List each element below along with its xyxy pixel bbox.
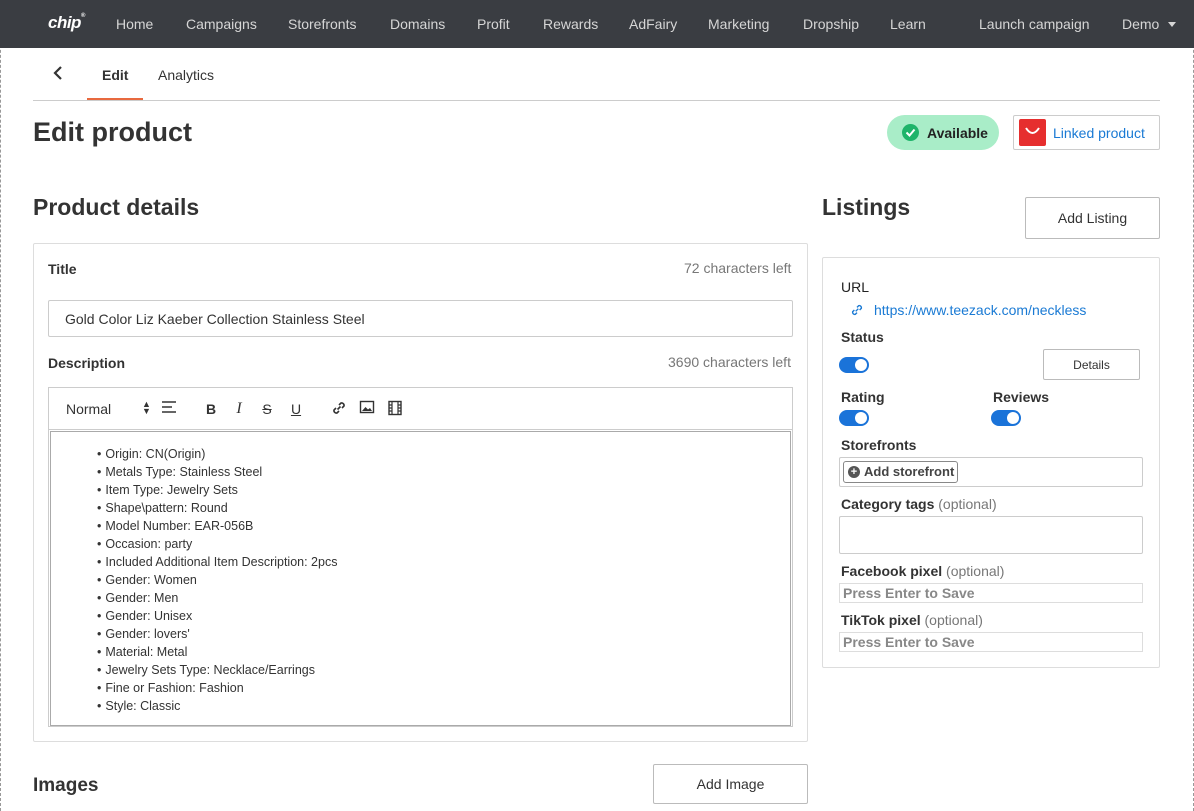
facebook-pixel-text: Facebook pixel xyxy=(841,563,943,579)
video-icon[interactable] xyxy=(386,400,404,418)
link-icon[interactable] xyxy=(330,400,348,418)
list-item: Model Number: EAR-056B xyxy=(97,517,790,535)
images-heading: Images xyxy=(33,775,99,796)
description-list: Origin: CN(Origin) Metals Type: Stainles… xyxy=(51,432,790,715)
nav-item-rewards[interactable]: Rewards xyxy=(543,16,598,32)
add-image-button[interactable]: Add Image xyxy=(653,764,808,804)
product-details-heading: Product details xyxy=(33,194,200,220)
logo-mark: ® xyxy=(80,13,85,19)
link-icon xyxy=(851,304,863,316)
italic-icon[interactable]: I xyxy=(230,400,248,418)
status-badge: Available xyxy=(887,115,999,150)
select-arrows-icon[interactable]: ▲ ▼ xyxy=(142,400,151,416)
details-button[interactable]: Details xyxy=(1043,349,1140,380)
add-storefront-label: Add storefront xyxy=(864,464,955,479)
chip-logo[interactable]: chip® xyxy=(48,13,85,33)
tab-edit[interactable]: Edit xyxy=(102,67,128,83)
url-label: URL xyxy=(841,279,870,295)
align-icon[interactable] xyxy=(160,400,178,418)
status-label: Available xyxy=(927,125,988,141)
logo-text: chip xyxy=(48,13,81,32)
shopping-bag-icon xyxy=(1019,119,1046,146)
list-item: Gender: Men xyxy=(97,589,790,607)
linked-product-label: Linked product xyxy=(1053,125,1145,141)
page-title: Edit product xyxy=(33,117,192,147)
nav-item-home[interactable]: Home xyxy=(116,16,153,32)
optional-text: (optional) xyxy=(938,496,997,512)
list-item: Origin: CN(Origin) xyxy=(97,445,790,463)
list-item: Occasion: party xyxy=(97,535,790,553)
category-tags-label: Category tags (optional) xyxy=(841,496,997,512)
list-item: Included Additional Item Description: 2p… xyxy=(97,553,790,571)
list-item: Item Type: Jewelry Sets xyxy=(97,481,790,499)
listing-url-link[interactable]: https://www.teezack.com/neckless xyxy=(874,302,1086,318)
optional-text: (optional) xyxy=(924,612,983,628)
storefronts-label: Storefronts xyxy=(841,437,917,453)
category-tags-input[interactable] xyxy=(839,516,1143,554)
rating-toggle[interactable] xyxy=(839,410,869,426)
list-item: Material: Metal xyxy=(97,643,790,661)
editor-toolbar: Normal ▲ ▼ B I S U xyxy=(49,388,792,430)
title-input[interactable]: Gold Color Liz Kaeber Collection Stainle… xyxy=(48,300,793,337)
title-char-count: 72 characters left xyxy=(684,260,792,276)
check-circle-icon xyxy=(902,124,919,141)
nav-item-profit[interactable]: Profit xyxy=(477,16,510,32)
nav-item-adfairy[interactable]: AdFairy xyxy=(629,16,677,32)
rating-label: Rating xyxy=(841,389,885,405)
launch-campaign-link[interactable]: Launch campaign xyxy=(979,16,1090,32)
description-label: Description xyxy=(48,355,126,371)
image-icon[interactable] xyxy=(358,400,376,418)
nav-item-storefronts[interactable]: Storefronts xyxy=(288,16,356,32)
title-label: Title xyxy=(48,261,77,277)
plus-circle-icon: + xyxy=(848,466,860,478)
facebook-pixel-input[interactable]: Press Enter to Save xyxy=(839,583,1143,603)
reviews-label: Reviews xyxy=(993,389,1050,405)
list-item: Jewelry Sets Type: Necklace/Earrings xyxy=(97,661,790,679)
nav-item-marketing[interactable]: Marketing xyxy=(708,16,769,32)
status-toggle[interactable] xyxy=(839,357,869,373)
tiktok-pixel-input[interactable]: Press Enter to Save xyxy=(839,632,1143,652)
strikethrough-icon[interactable]: S xyxy=(258,400,276,418)
description-body[interactable]: Origin: CN(Origin) Metals Type: Stainles… xyxy=(50,431,791,726)
format-select[interactable]: Normal xyxy=(66,401,111,417)
list-item: Fine or Fashion: Fashion xyxy=(97,679,790,697)
bold-icon[interactable]: B xyxy=(202,400,220,418)
linked-product-button[interactable]: Linked product xyxy=(1013,115,1160,150)
list-item: Gender: Unisex xyxy=(97,607,790,625)
description-char-count: 3690 characters left xyxy=(668,354,791,370)
optional-text: (optional) xyxy=(946,563,1005,579)
add-listing-button[interactable]: Add Listing xyxy=(1025,197,1160,239)
category-tags-text: Category tags xyxy=(841,496,935,512)
chevron-left-icon[interactable] xyxy=(52,66,64,80)
nav-item-domains[interactable]: Domains xyxy=(390,16,445,32)
list-item: Style: Classic xyxy=(97,697,790,715)
tabs-divider xyxy=(33,100,1160,101)
reviews-toggle[interactable] xyxy=(991,410,1021,426)
tab-analytics[interactable]: Analytics xyxy=(158,67,214,83)
listings-heading: Listings xyxy=(822,194,911,220)
caret-down-icon[interactable] xyxy=(1168,22,1176,27)
underline-icon[interactable]: U xyxy=(287,400,305,418)
description-editor: Normal ▲▼ B I S U Origin: CN(Origin) Met… xyxy=(48,387,793,727)
nav-item-dropship[interactable]: Dropship xyxy=(803,16,859,32)
tiktok-pixel-text: TikTok pixel xyxy=(841,612,921,628)
list-item: Metals Type: Stainless Steel xyxy=(97,463,790,481)
status-label: Status xyxy=(841,329,884,345)
add-storefront-button[interactable]: + Add storefront xyxy=(843,461,958,483)
list-item: Shape\pattern: Round xyxy=(97,499,790,517)
nav-item-campaigns[interactable]: Campaigns xyxy=(186,16,257,32)
account-menu[interactable]: Demo xyxy=(1122,16,1159,32)
list-item: Gender: Women xyxy=(97,571,790,589)
top-nav: chip® Home Campaigns Storefronts Domains… xyxy=(0,0,1194,48)
list-item: Gender: lovers' xyxy=(97,625,790,643)
tiktok-pixel-label: TikTok pixel (optional) xyxy=(841,612,983,628)
facebook-pixel-label: Facebook pixel (optional) xyxy=(841,563,1004,579)
nav-item-learn[interactable]: Learn xyxy=(890,16,926,32)
